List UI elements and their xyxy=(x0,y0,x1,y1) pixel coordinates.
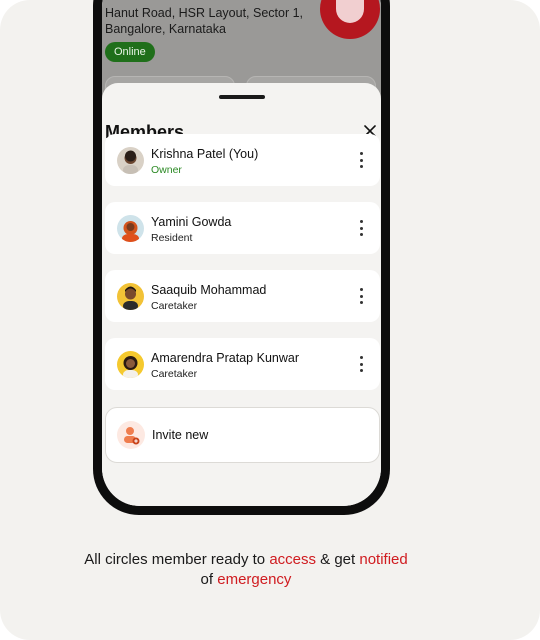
more-options-button[interactable] xyxy=(358,220,364,236)
member-role: Owner xyxy=(151,164,182,176)
caption-part: & get xyxy=(316,551,360,568)
member-row[interactable]: Krishna Patel (You) Owner xyxy=(105,134,380,186)
more-vertical-icon xyxy=(359,220,363,223)
avatar xyxy=(117,351,144,378)
sheet-drag-handle[interactable] xyxy=(219,95,265,99)
more-options-button[interactable] xyxy=(358,288,364,304)
promo-card: Hanut Road, HSR Layout, Sector 1, Bangal… xyxy=(0,0,540,640)
member-role: Caretaker xyxy=(151,300,198,312)
caption-text: All circles member ready to access & get… xyxy=(0,550,492,590)
invite-new-label: Invite new xyxy=(152,428,209,442)
home-address: Hanut Road, HSR Layout, Sector 1, Bangal… xyxy=(105,5,325,37)
address-line-1: Hanut Road, HSR Layout, Sector 1, xyxy=(105,6,304,20)
member-row[interactable]: Yamini Gowda Resident xyxy=(105,202,380,254)
member-row[interactable]: Amarendra Pratap Kunwar Caretaker xyxy=(105,338,380,390)
shield-icon xyxy=(336,0,364,23)
phone-frame: Hanut Road, HSR Layout, Sector 1, Bangal… xyxy=(93,0,390,515)
more-options-button[interactable] xyxy=(358,152,364,168)
avatar xyxy=(117,283,144,310)
caption-highlight-emergency: emergency xyxy=(217,571,292,588)
member-name: Saaquib Mohammad xyxy=(151,283,267,297)
caption-highlight-notified: notified xyxy=(359,551,408,568)
online-status-badge: Online xyxy=(105,42,155,62)
members-sheet: Members Krishna Patel (You) Owner Yamini… xyxy=(102,83,381,506)
member-role: Resident xyxy=(151,232,193,244)
more-options-button[interactable] xyxy=(358,356,364,372)
avatar xyxy=(117,147,144,174)
member-role: Caretaker xyxy=(151,368,198,380)
member-name: Yamini Gowda xyxy=(151,215,232,229)
more-vertical-icon xyxy=(359,288,363,291)
address-line-2: Bangalore, Karnataka xyxy=(105,22,226,36)
phone-screen: Hanut Road, HSR Layout, Sector 1, Bangal… xyxy=(102,0,381,506)
sos-button xyxy=(320,0,380,39)
more-vertical-icon xyxy=(359,356,363,359)
invite-new-button[interactable]: Invite new xyxy=(105,407,380,463)
member-name: Krishna Patel (You) xyxy=(151,147,259,161)
add-person-icon xyxy=(117,421,145,449)
caption-part: All circles member ready to xyxy=(84,551,270,568)
more-vertical-icon xyxy=(359,152,363,155)
caption-part: of xyxy=(200,571,218,588)
member-row[interactable]: Saaquib Mohammad Caretaker xyxy=(105,270,380,322)
caption-highlight-access: access xyxy=(269,551,316,568)
member-name: Amarendra Pratap Kunwar xyxy=(151,351,299,365)
avatar xyxy=(117,215,144,242)
